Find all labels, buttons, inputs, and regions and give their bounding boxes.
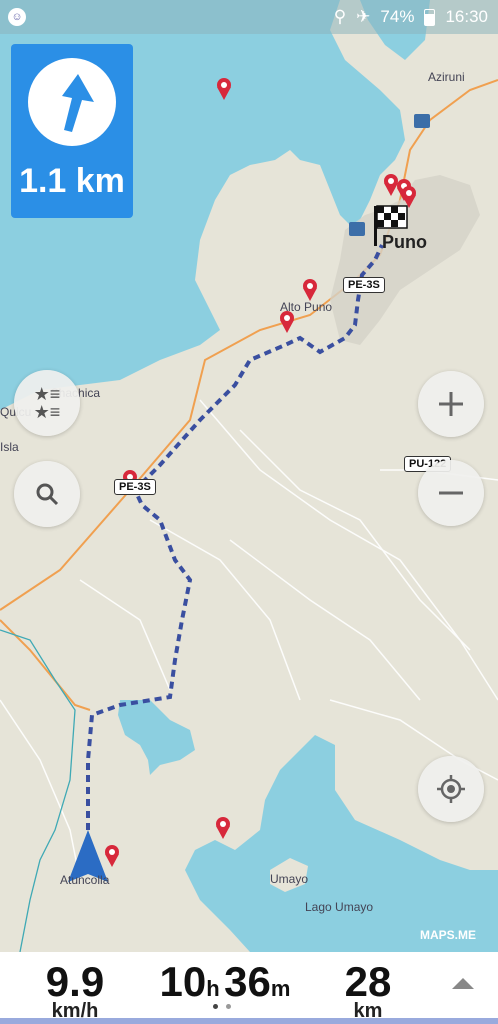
time-minutes: 36: [224, 958, 271, 1005]
distance-remaining-stat: 28 km: [318, 958, 418, 1023]
search-icon: [36, 483, 59, 506]
navigation-info-panel[interactable]: 9.9 km/h 10h 36m 28 km: [0, 952, 498, 1024]
bookmarks-list-icon: ★≡ ★≡: [33, 384, 61, 422]
turn-distance: 1.1 km: [19, 162, 125, 200]
map-label-aziruni: Aziruni: [428, 70, 465, 84]
battery-icon: [424, 8, 436, 26]
time-remaining-stat: 10h 36m: [150, 958, 300, 1006]
location-icon: ⚲: [333, 7, 347, 26]
page-dot-1: [213, 1004, 218, 1009]
plus-icon: [439, 392, 463, 416]
road-shield-pe3s-mid: PE-3S: [114, 479, 156, 495]
distance-value: 28: [344, 958, 392, 1005]
time-hours-unit: h: [206, 976, 220, 1001]
status-icons: ⚲ ✈ 74% 16:30: [334, 7, 488, 27]
airplane-mode-icon: ✈: [356, 7, 371, 26]
turn-direction-icon: [28, 58, 116, 146]
page-indicator: [213, 1004, 231, 1009]
app-notification-icon: ☺: [8, 8, 26, 26]
map-label-umayo: Umayo: [270, 872, 309, 886]
bottom-edge-bar: [0, 1018, 498, 1024]
clock: 16:30: [445, 7, 488, 26]
map-label-atuncolla: Atuncolla: [60, 873, 110, 887]
status-bar: ☺ ⚲ ✈ 74% 16:30: [0, 0, 498, 34]
time-hours: 10: [159, 958, 207, 1005]
battery-percent: 74%: [380, 7, 415, 26]
time-minutes-unit: m: [270, 976, 291, 1001]
turn-instruction-card[interactable]: 1.1 km: [11, 44, 133, 218]
page-dot-2: [226, 1004, 231, 1009]
map-label-alto-puno: Alto Puno: [280, 300, 333, 314]
road-shield-pe3s-top: PE-3S: [343, 277, 385, 293]
my-location-button[interactable]: [418, 756, 484, 822]
speed-value: 9.9: [45, 958, 105, 1005]
maps-me-watermark: MAPS.ME: [420, 928, 477, 942]
straight-arrow-icon: [62, 74, 94, 132]
zoom-in-button[interactable]: [418, 371, 484, 437]
map-label-lago-umayo: Lago Umayo: [305, 900, 374, 914]
crosshair-location-icon: [437, 775, 465, 803]
bookmarks-button[interactable]: ★≡ ★≡: [14, 370, 80, 436]
map-label-isla: Isla: [0, 440, 19, 454]
speed-stat: 9.9 km/h: [20, 958, 130, 1023]
map-label-puno: Puno: [382, 232, 427, 252]
search-button[interactable]: [14, 461, 80, 527]
minus-icon: [439, 491, 463, 495]
expand-panel-chevron-up-icon[interactable]: [452, 978, 474, 989]
zoom-out-button[interactable]: [418, 460, 484, 526]
